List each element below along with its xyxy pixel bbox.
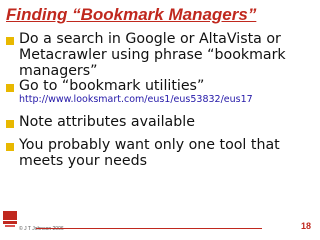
footer-divider <box>36 228 262 229</box>
logo-icon <box>3 211 17 227</box>
bullet-marker <box>6 120 14 128</box>
bullet-line: Do a search in Google or AltaVista or <box>19 31 281 47</box>
bullet-marker <box>6 37 14 45</box>
bullet-line: Go to “bookmark utilities” <box>19 78 205 94</box>
bullet-line: Note attributes available <box>19 114 195 130</box>
bullet-line: meets your needs <box>19 153 147 169</box>
bullet-line: You probably want only one tool that <box>19 137 280 153</box>
slide-title: Finding “Bookmark Managers” <box>6 5 257 24</box>
bullet-text: Go to “bookmark utilities” <box>19 78 319 94</box>
bullet-marker <box>6 84 14 92</box>
bullet-text: Note attributes available <box>19 114 319 130</box>
bullet-line: managers” <box>19 63 98 79</box>
bullet-marker <box>6 143 14 151</box>
bullet-text: You probably want only one tool that mee… <box>19 137 319 169</box>
bullet-line: Metacrawler using phrase “bookmark <box>19 47 286 63</box>
page-number: 18 <box>300 221 311 231</box>
bookmark-utilities-link[interactable]: http://www.looksmart.com/eus1/eus53832/e… <box>19 94 319 105</box>
bullet-text: Do a search in Google or AltaVista or Me… <box>19 31 319 79</box>
copyright-text: © J T Johnson 2006 <box>19 226 64 232</box>
